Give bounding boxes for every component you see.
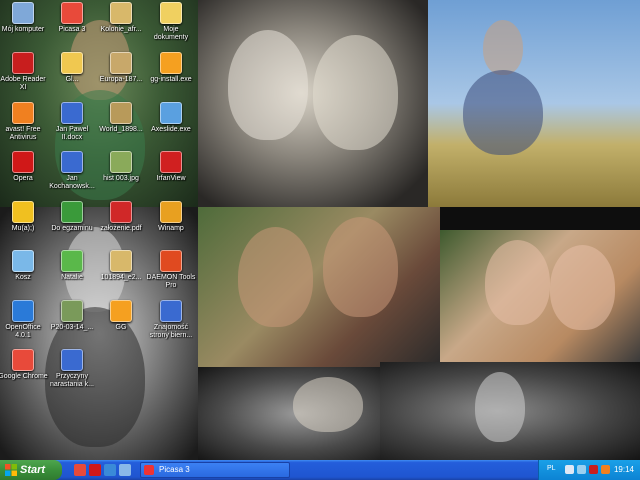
desktop-icon-label: Axeslide.exe xyxy=(151,126,191,133)
image-file-icon xyxy=(110,52,132,74)
wallpaper-photo-two-girls-kiss xyxy=(198,207,440,367)
desktop-icon[interactable]: gg-install.exe xyxy=(136,52,206,84)
picasa-icon xyxy=(144,465,154,475)
wallpaper-photo-two-girls-closeup xyxy=(440,230,640,362)
system-tray: PL 19:14 xyxy=(538,460,640,480)
openoffice-icon xyxy=(12,300,34,322)
start-label: Start xyxy=(20,464,46,476)
desktop-icon[interactable]: Moje dokumenty xyxy=(136,2,206,42)
documents-folder-icon xyxy=(160,2,182,24)
image-file-icon xyxy=(110,102,132,124)
word-document-icon xyxy=(61,102,83,124)
wallpaper-photo-girl-on-haystack xyxy=(428,0,640,207)
desktop-icon-label: Moje dokumenty xyxy=(153,26,189,41)
desktop-icon[interactable]: Winamp xyxy=(136,201,206,233)
desktop-icon[interactable]: Axeslide.exe xyxy=(136,102,206,134)
desktop-icon[interactable]: DAEMON Tools Pro xyxy=(136,250,206,290)
gg-installer-icon xyxy=(160,52,182,74)
windows-logo-icon xyxy=(5,464,17,476)
image-file-icon xyxy=(61,300,83,322)
gg-icon xyxy=(110,300,132,322)
desktop-icon[interactable]: IrfanView xyxy=(136,151,206,183)
axeslide-icon xyxy=(160,102,182,124)
wallpaper-photo-two-girls-hat xyxy=(198,367,380,460)
chrome-icon xyxy=(12,349,34,371)
clock[interactable]: 19:14 xyxy=(614,465,634,474)
taskbar: Start Picasa 3 PL 19:14 xyxy=(0,460,640,480)
desktop-icon-label: Przyczyny narastania k... xyxy=(50,373,94,388)
tree-icon xyxy=(61,201,83,223)
star-icon xyxy=(12,201,34,223)
opera-icon[interactable] xyxy=(89,464,101,476)
wallpaper-photo-girl-bw xyxy=(380,362,640,460)
start-button[interactable]: Start xyxy=(0,460,62,480)
keyboard-icon[interactable] xyxy=(565,465,574,474)
network-icon[interactable] xyxy=(577,465,586,474)
pdf-file-icon xyxy=(110,201,132,223)
daemon-tools-icon xyxy=(160,250,182,272)
wallpaper-photo-two-girls-bw xyxy=(198,0,428,207)
desktop-icon-label: Znajomość strony biern... xyxy=(149,324,193,339)
desktop-icon[interactable]: Przyczyny narastania k... xyxy=(37,349,107,389)
taskbar-button-picasa[interactable]: Picasa 3 xyxy=(140,462,290,478)
desktop-icon-label: Winamp xyxy=(158,225,184,232)
adobe-reader-icon xyxy=(12,52,34,74)
chrome-icon[interactable] xyxy=(74,464,86,476)
adobe-tray-icon[interactable] xyxy=(589,465,598,474)
image-file-icon xyxy=(110,250,132,272)
computer-icon xyxy=(12,2,34,24)
word-document-icon xyxy=(160,300,182,322)
taskbar-button-label: Picasa 3 xyxy=(159,465,190,474)
desktop-icon[interactable]: Znajomość strony biern... xyxy=(136,300,206,340)
desktop[interactable]: Mój komputer Picasa 3 Kolonie_afr... Moje d… xyxy=(0,0,640,460)
show-desktop-icon[interactable] xyxy=(119,464,131,476)
image-file-icon xyxy=(110,151,132,173)
word-document-icon xyxy=(61,151,83,173)
avast-tray-icon[interactable] xyxy=(601,465,610,474)
avast-icon xyxy=(12,102,34,124)
word-document-icon xyxy=(61,349,83,371)
folder-icon xyxy=(61,52,83,74)
winamp-icon xyxy=(160,201,182,223)
desktop-icon-label: IrfanView xyxy=(156,175,186,182)
opera-icon xyxy=(12,151,34,173)
colorful-file-icon xyxy=(61,250,83,272)
language-indicator[interactable]: PL xyxy=(547,465,556,472)
media-icon[interactable] xyxy=(104,464,116,476)
picasa-icon xyxy=(61,2,83,24)
recycle-bin-icon xyxy=(12,250,34,272)
irfanview-icon xyxy=(160,151,182,173)
image-file-icon xyxy=(110,2,132,24)
desktop-icon-label: DAEMON Tools Pro xyxy=(146,274,196,289)
wallpaper-dark-band xyxy=(440,207,640,230)
desktop-icon-label: gg-install.exe xyxy=(150,76,192,83)
